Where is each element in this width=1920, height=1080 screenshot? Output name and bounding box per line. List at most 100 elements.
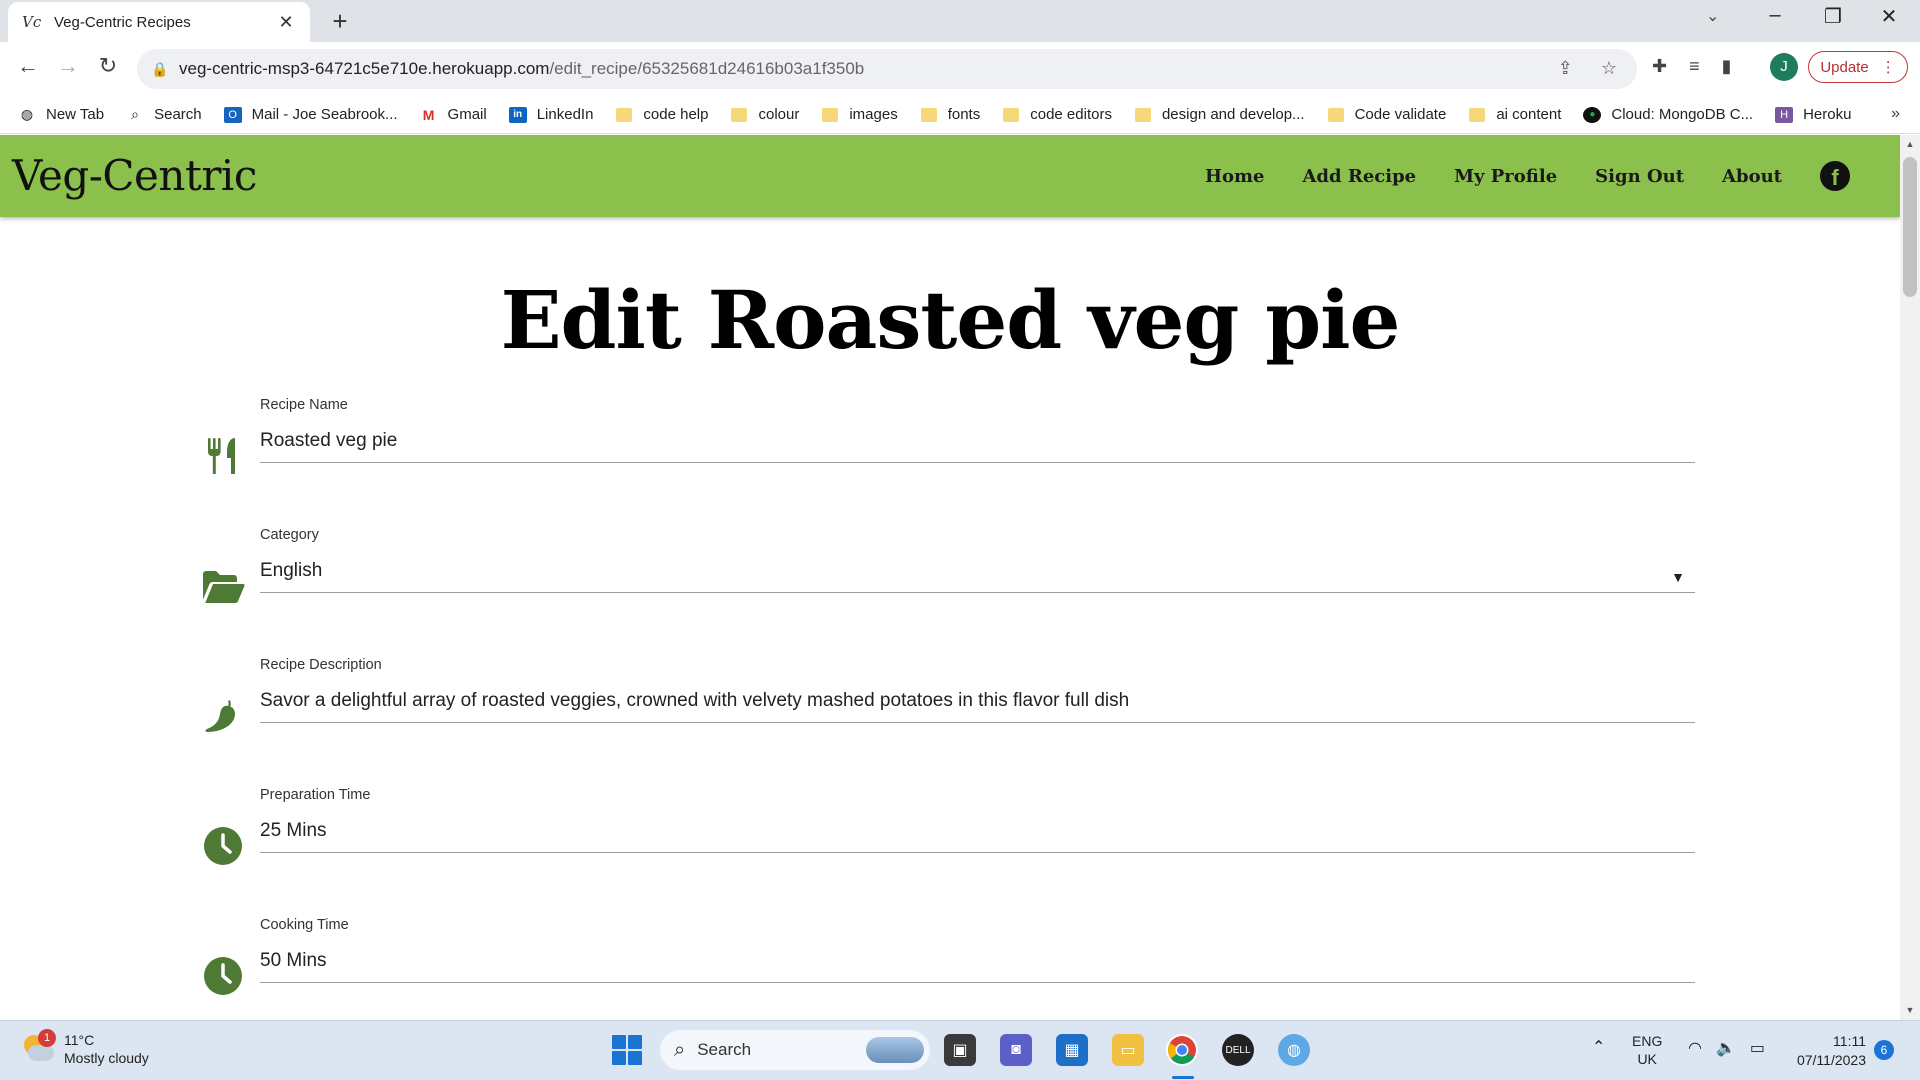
- site-brand[interactable]: Veg-Centric: [12, 151, 257, 200]
- tab-search-chevron-icon[interactable]: ⌄: [1706, 6, 1719, 26]
- bookmark-gmail[interactable]: M Gmail: [420, 106, 487, 123]
- keyboard-region: UK: [1637, 1051, 1657, 1067]
- bookmark-mongodb[interactable]: ● Cloud: MongoDB C...: [1583, 106, 1753, 123]
- chrome-icon[interactable]: [1166, 1034, 1198, 1066]
- cooking-time-field: Cooking Time 50 Mins: [200, 917, 1695, 1017]
- more-bookmarks-icon[interactable]: »: [1891, 105, 1900, 123]
- recipe-description-label: Recipe Description: [260, 657, 382, 673]
- share-icon[interactable]: ⇪: [1558, 58, 1573, 79]
- bookmark-folder[interactable]: Code validate: [1327, 106, 1447, 123]
- search-highlight-image: [866, 1037, 924, 1063]
- bookmark-folder[interactable]: images: [821, 106, 898, 123]
- outlook-icon: O: [223, 106, 242, 123]
- profile-avatar[interactable]: J: [1770, 53, 1798, 81]
- bookmark-label: fonts: [947, 106, 981, 123]
- folder-icon: [1327, 107, 1344, 122]
- bookmark-folder[interactable]: fonts: [920, 106, 981, 123]
- dell-icon[interactable]: DELL: [1222, 1034, 1254, 1066]
- bookmark-linkedin[interactable]: in LinkedIn: [508, 106, 593, 123]
- weather-cloudy-icon: 1: [20, 1029, 56, 1063]
- search-icon: ⌕: [131, 106, 140, 122]
- bookmark-folder[interactable]: code editors: [1002, 106, 1112, 123]
- microsoft-store-icon[interactable]: ▦: [1056, 1034, 1088, 1066]
- category-select[interactable]: English: [260, 553, 1695, 593]
- reload-icon[interactable]: ↻: [92, 53, 124, 79]
- nav-about[interactable]: About: [1722, 166, 1782, 187]
- bookmark-folder[interactable]: design and develop...: [1134, 106, 1305, 123]
- lock-icon: 🔒: [151, 60, 169, 77]
- recipe-description-input[interactable]: Savor a delightful array of roasted vegg…: [260, 683, 1695, 723]
- bookmark-label: Code validate: [1354, 106, 1447, 123]
- minimize-icon[interactable]: –: [1752, 4, 1798, 27]
- folder-icon: [1134, 107, 1151, 122]
- cooking-time-label: Cooking Time: [260, 917, 349, 933]
- teams-chat-icon[interactable]: ◙: [1000, 1034, 1032, 1066]
- nav-add-recipe[interactable]: Add Recipe: [1302, 166, 1416, 187]
- wifi-icon[interactable]: ◠: [1688, 1038, 1702, 1058]
- folder-icon: [822, 107, 839, 122]
- preparation-time-input[interactable]: 25 Mins: [260, 813, 1695, 853]
- extensions-puzzle-icon[interactable]: ✚: [1652, 56, 1667, 77]
- bookmark-folder[interactable]: code help: [615, 106, 708, 123]
- cooking-time-input[interactable]: 50 Mins: [260, 943, 1695, 983]
- clock-time: 11:11: [1833, 1033, 1866, 1049]
- taskbar-search[interactable]: ⌕ Search: [660, 1030, 930, 1070]
- file-explorer-icon[interactable]: ▭: [1112, 1034, 1144, 1066]
- facebook-icon[interactable]: f: [1820, 161, 1850, 191]
- close-tab-icon[interactable]: ✕: [276, 12, 296, 33]
- nav-links: Home Add Recipe My Profile Sign Out Abou…: [1205, 135, 1850, 217]
- nav-my-profile[interactable]: My Profile: [1454, 166, 1557, 187]
- recipe-name-field: Recipe Name Roasted veg pie: [200, 397, 1695, 497]
- bookmark-folder[interactable]: colour: [730, 106, 799, 123]
- recipe-name-input[interactable]: Roasted veg pie: [260, 423, 1695, 463]
- globe-app-icon[interactable]: ◍: [1278, 1034, 1310, 1066]
- volume-icon[interactable]: 🔈: [1716, 1038, 1736, 1058]
- bookmark-star-icon[interactable]: ☆: [1601, 58, 1617, 79]
- dropdown-caret-icon[interactable]: ▼: [1671, 569, 1685, 585]
- close-window-icon[interactable]: ✕: [1866, 4, 1912, 29]
- battery-icon[interactable]: ▭: [1750, 1038, 1765, 1058]
- bookmark-mail[interactable]: O Mail - Joe Seabrook...: [223, 106, 398, 123]
- category-field: Category English ▼: [200, 527, 1695, 627]
- browser-tab-strip: Vc Veg-Centric Recipes ✕ + ⌄ – ❐ ✕: [0, 0, 1920, 42]
- bookmark-label: New Tab: [46, 106, 105, 123]
- scrollbar-thumb[interactable]: [1903, 157, 1917, 297]
- heroku-icon: H: [1775, 106, 1794, 123]
- url-path: /edit_recipe/65325681d24616b03a1f350b: [549, 59, 865, 78]
- new-tab-icon[interactable]: +: [325, 6, 355, 37]
- reading-list-icon[interactable]: ≡: [1689, 56, 1700, 77]
- address-bar[interactable]: 🔒 veg-centric-msp3-64721c5e710e.herokuap…: [137, 49, 1637, 89]
- back-arrow-icon[interactable]: ←: [12, 53, 44, 79]
- taskbar-search-label: Search: [697, 1040, 752, 1059]
- task-view-icon[interactable]: ▣: [944, 1034, 976, 1066]
- folder-icon: [1003, 107, 1020, 122]
- bookmark-heroku[interactable]: H Heroku: [1775, 106, 1851, 123]
- restore-icon[interactable]: ❐: [1810, 4, 1856, 29]
- page-scrollbar[interactable]: ▲ ▼: [1900, 135, 1920, 1020]
- nav-home[interactable]: Home: [1205, 166, 1265, 187]
- notification-count-badge[interactable]: 6: [1874, 1040, 1894, 1060]
- bookmark-label: code help: [643, 106, 709, 123]
- bookmark-new-tab[interactable]: ◍ New Tab: [18, 106, 104, 123]
- forward-arrow-icon[interactable]: →: [52, 53, 84, 79]
- windows-start-icon[interactable]: [612, 1035, 642, 1065]
- recipe-description-field: Recipe Description Savor a delightful ar…: [200, 657, 1695, 757]
- bookmark-search[interactable]: ⌕ Search: [126, 106, 201, 123]
- update-button[interactable]: Update ⋮: [1808, 51, 1908, 83]
- nav-sign-out[interactable]: Sign Out: [1595, 166, 1684, 187]
- browser-tab[interactable]: Vc Veg-Centric Recipes ✕: [8, 2, 310, 42]
- side-panel-icon[interactable]: ▮: [1722, 56, 1732, 77]
- bookmark-folder[interactable]: ai content: [1468, 106, 1561, 123]
- linkedin-icon: in: [508, 106, 527, 123]
- language-indicator[interactable]: ENG UK: [1632, 1032, 1662, 1068]
- weather-widget[interactable]: 1 11°C Mostly cloudy: [20, 1029, 149, 1067]
- more-menu-icon[interactable]: ⋮: [1881, 58, 1896, 76]
- show-hidden-icons-chevron-icon[interactable]: ⌃: [1592, 1037, 1605, 1057]
- system-clock[interactable]: 11:11 07/11/2023: [1786, 1032, 1866, 1070]
- update-label: Update: [1820, 58, 1869, 76]
- scroll-down-arrow-icon[interactable]: ▼: [1900, 1005, 1920, 1015]
- windows-taskbar: 1 11°C Mostly cloudy ⌕ Search ▣ ◙ ▦ ▭ DE…: [0, 1020, 1920, 1080]
- bookmarks-bar: ◍ New Tab ⌕ Search O Mail - Joe Seabrook...…: [0, 96, 1920, 134]
- recipe-name-label: Recipe Name: [260, 397, 348, 413]
- scroll-up-arrow-icon[interactable]: ▲: [1900, 139, 1920, 149]
